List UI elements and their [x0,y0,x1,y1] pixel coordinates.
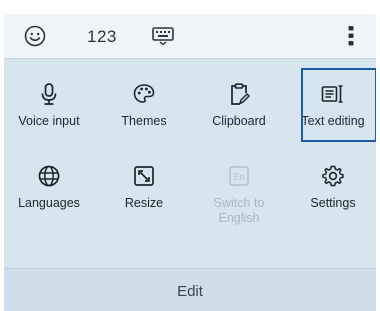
settings-button[interactable]: Settings [288,164,376,211]
keyboard-icon[interactable] [152,27,174,45]
english-switch-icon: En [229,166,249,186]
number-keyboard-button[interactable]: 123 [87,27,117,47]
microphone-icon [41,83,57,105]
gear-icon [322,165,344,187]
themes-label: Themes [121,114,167,128]
keyboard-toolbar: 123 [4,14,376,59]
switch-to-english-label: Switch to English [213,196,265,225]
palette-icon [133,84,155,103]
languages-button[interactable]: Languages [4,164,94,211]
settings-label: Settings [310,196,356,210]
voice-input-button[interactable]: Voice input [4,82,94,129]
voice-input-label: Voice input [18,114,80,128]
switch-to-english-button: En Switch to English [194,164,284,226]
keyboard-window: 123 Voice input Themes Clipboard Text ed… [0,0,380,311]
edit-bar[interactable]: Edit [4,268,376,311]
clipboard-button[interactable]: Clipboard [194,82,284,129]
resize-label: Resize [124,196,164,210]
resize-button[interactable]: Resize [99,164,189,211]
smiley-face-icon[interactable] [24,25,46,47]
clipboard-label: Clipboard [212,114,266,128]
edit-label: Edit [177,283,203,300]
resize-icon [134,166,154,186]
keyboard-menu-panel: 123 Voice input Themes Clipboard Text ed… [4,14,376,311]
themes-button[interactable]: Themes [99,82,189,129]
languages-label: Languages [18,196,80,210]
svg-text:En: En [233,172,244,182]
more-vertical-icon[interactable] [346,24,356,48]
globe-icon [38,165,60,187]
clipboard-icon [231,83,251,105]
selection-highlight [301,68,376,142]
